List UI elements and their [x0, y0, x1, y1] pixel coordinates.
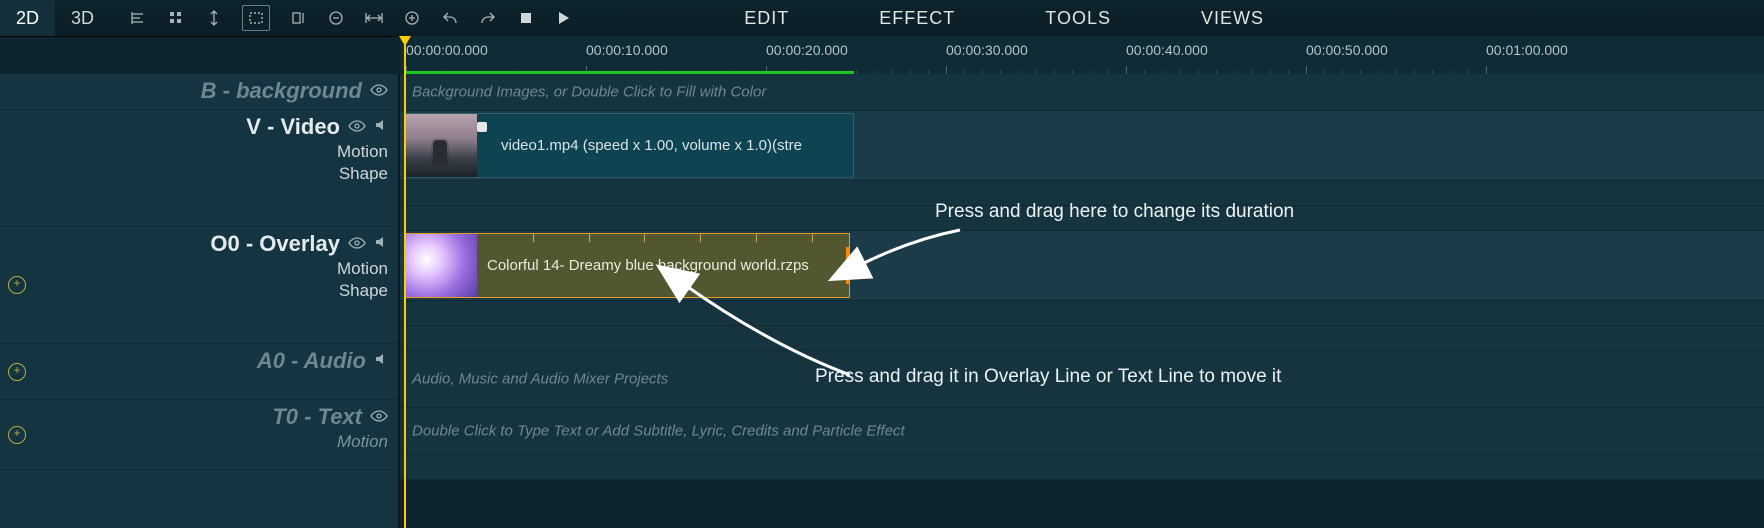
add-track-button[interactable]: +: [8, 276, 26, 294]
vertical-arrows-icon[interactable]: [204, 8, 224, 28]
menu-tools[interactable]: TOOLS: [1045, 8, 1111, 29]
lane-video[interactable]: video1.mp4 (speed x 1.00, volume x 1.0)(…: [400, 111, 1764, 181]
top-toolbar: 2D 3D: [0, 0, 1764, 37]
lane-placeholder: Double Click to Type Text or Add Subtitl…: [412, 423, 905, 440]
lane-background[interactable]: Background Images, or Double Click to Fi…: [400, 74, 1764, 111]
track-header-panel: B - background V - Video Motion Shape + …: [0, 74, 400, 528]
lane-video-shape[interactable]: [400, 206, 1764, 231]
clip-thumbnail: [405, 114, 477, 177]
lane-text-motion[interactable]: [400, 455, 1764, 480]
timeline-lanes: Background Images, or Double Click to Fi…: [400, 74, 1764, 528]
undo-icon[interactable]: [440, 8, 460, 28]
track-title-label: V - Video: [246, 114, 340, 140]
zoom-out-icon[interactable]: [326, 8, 346, 28]
track-header-background[interactable]: B - background: [0, 74, 398, 110]
track-header-audio[interactable]: + A0 - Audio: [0, 344, 398, 400]
clip-label: Colorful 14- Dreamy blue background worl…: [477, 257, 809, 274]
timecode-label: 00:00:00.000: [406, 42, 488, 58]
clip-tickmarks: [477, 234, 849, 242]
track-sub-motion[interactable]: Motion: [26, 432, 388, 452]
stop-icon[interactable]: [516, 8, 536, 28]
track-header-text[interactable]: + T0 - Text Motion: [0, 400, 398, 470]
lane-overlay-motion[interactable]: [400, 301, 1764, 326]
track-title-label: T0 - Text: [272, 404, 362, 430]
timecode-label: 00:00:50.000: [1306, 42, 1388, 58]
track-title-label: A0 - Audio: [257, 348, 366, 374]
main-menus: EDIT EFFECT TOOLS VIEWS: [744, 8, 1264, 29]
eye-icon[interactable]: [370, 409, 388, 426]
marquee-icon[interactable]: [242, 5, 270, 31]
playhead[interactable]: [404, 36, 406, 528]
track-sub-motion[interactable]: Motion: [26, 259, 388, 279]
track-sub-shape[interactable]: Shape: [26, 281, 388, 301]
eye-icon[interactable]: [348, 236, 366, 253]
menu-edit[interactable]: EDIT: [744, 8, 789, 29]
timecode-label: 00:00:30.000: [946, 42, 1028, 58]
add-track-button[interactable]: +: [8, 426, 26, 444]
time-ruler[interactable]: 00:00:00.000 00:00:10.000 00:00:20.000 00:0…: [400, 36, 1764, 75]
lane-placeholder: Background Images, or Double Click to Fi…: [412, 84, 766, 101]
menu-effect[interactable]: EFFECT: [879, 8, 955, 29]
clip-overlay[interactable]: Colorful 14- Dreamy blue background worl…: [404, 233, 850, 298]
speaker-icon[interactable]: [374, 118, 388, 136]
view-toggle: 2D 3D: [0, 0, 110, 36]
timecode-label: 00:01:00.000: [1486, 42, 1568, 58]
eye-icon[interactable]: [348, 119, 366, 136]
timecode-label: 00:00:10.000: [586, 42, 668, 58]
eye-icon[interactable]: [370, 83, 388, 100]
lane-video-motion[interactable]: [400, 181, 1764, 206]
fit-width-icon[interactable]: [364, 8, 384, 28]
track-sub-shape[interactable]: Shape: [26, 164, 388, 184]
clip-start-handle[interactable]: [477, 122, 487, 132]
menu-views[interactable]: VIEWS: [1201, 8, 1264, 29]
clip-video[interactable]: video1.mp4 (speed x 1.00, volume x 1.0)(…: [404, 113, 854, 178]
track-title-label: O0 - Overlay: [210, 231, 340, 257]
lane-audio[interactable]: Audio, Music and Audio Mixer Projects: [400, 351, 1764, 408]
speaker-icon[interactable]: [374, 352, 388, 370]
speaker-icon[interactable]: [374, 235, 388, 253]
zoom-in-icon[interactable]: [402, 8, 422, 28]
timecode-label: 00:00:40.000: [1126, 42, 1208, 58]
view-3d-button[interactable]: 3D: [55, 0, 110, 36]
clip-resize-handle[interactable]: [846, 247, 850, 285]
track-title-label: B - background: [201, 78, 362, 104]
timecode-label: 00:00:20.000: [766, 42, 848, 58]
add-track-button[interactable]: +: [8, 363, 26, 381]
snap-icon[interactable]: [288, 8, 308, 28]
clip-label: video1.mp4 (speed x 1.00, volume x 1.0)(…: [477, 137, 802, 154]
redo-icon[interactable]: [478, 8, 498, 28]
lane-overlay[interactable]: Colorful 14- Dreamy blue background worl…: [400, 231, 1764, 301]
track-sub-motion[interactable]: Motion: [26, 142, 388, 162]
clip-thumbnail: [405, 234, 477, 297]
track-header-overlay[interactable]: + O0 - Overlay Motion Shape: [0, 227, 398, 344]
align-left-icon[interactable]: [128, 8, 148, 28]
track-header-video[interactable]: V - Video Motion Shape: [0, 110, 398, 227]
view-2d-button[interactable]: 2D: [0, 0, 55, 36]
lane-text[interactable]: Double Click to Type Text or Add Subtitl…: [400, 408, 1764, 455]
lane-placeholder: Audio, Music and Audio Mixer Projects: [412, 371, 668, 388]
grid-icon[interactable]: [166, 8, 186, 28]
play-icon[interactable]: [554, 8, 574, 28]
lane-overlay-shape[interactable]: [400, 326, 1764, 351]
preview-range-bar[interactable]: [404, 71, 854, 74]
toolbar-icons: [128, 5, 574, 31]
